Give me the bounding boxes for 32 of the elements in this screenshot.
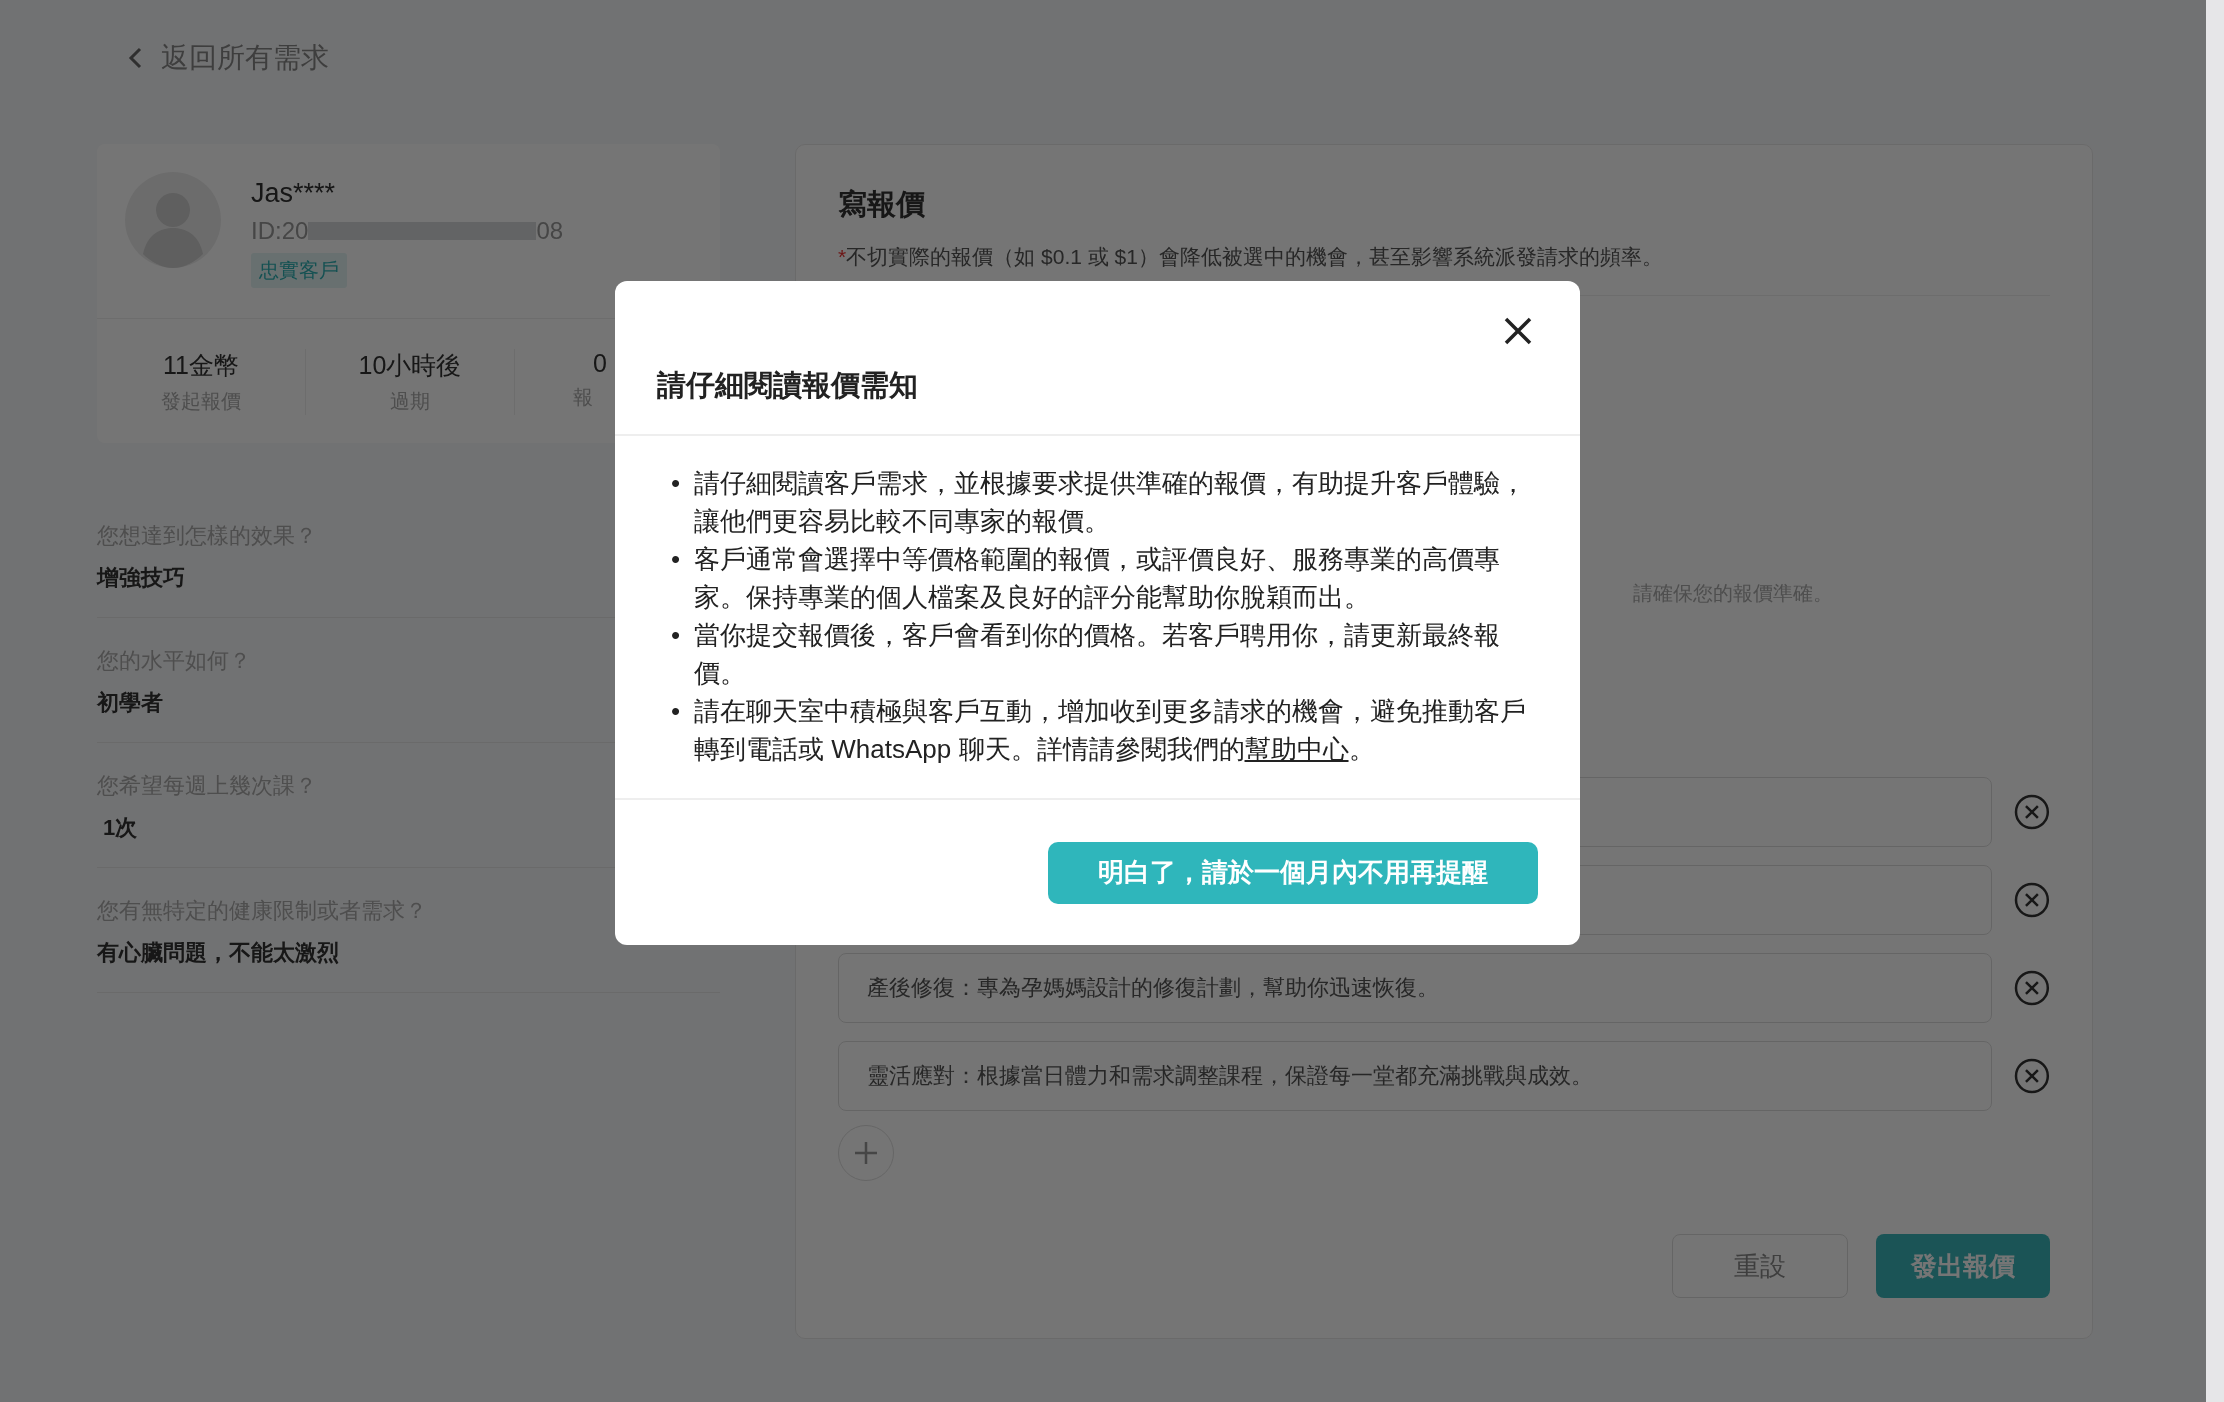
answer-text: 有心臟問題，不能太激烈 (97, 939, 339, 967)
confirm-button[interactable]: 明白了，請於一個月內不用再提醒 (1048, 841, 1538, 904)
notice-item: 請在聊天室中積極與客戶互動，增加收到更多請求的機會，避免推動客戶轉到電話或 WhatsApp 聊天。詳情請參閱我們的幫助中心。 (694, 695, 1528, 766)
remove-icon[interactable] (2014, 882, 2050, 918)
modal-title: 請仔細閱讀報價需知 (657, 368, 918, 403)
panel-title: 寫報價 (838, 187, 926, 222)
stat-value: 0 (593, 349, 607, 378)
bullet-mark: • (671, 467, 681, 500)
input-field[interactable]: 靈活應對：根據當日體力和需求調整課程，保證每一堂都充滿挑戰與成效。 (838, 1041, 1993, 1111)
stat-value: 10小時後 (358, 350, 462, 381)
plus-icon (853, 1140, 879, 1166)
remove-icon[interactable] (2014, 794, 2050, 830)
customer-tag: 忠實客戶 (251, 253, 347, 288)
answer-text: 增強技巧 (97, 564, 185, 592)
answer-text: 1次 (102, 814, 138, 842)
quote-note: *不切實際的報價（如 $0.1 或 $1）會降低被選中的機會，甚至影響系統派發請求的頻率。 (838, 244, 1664, 270)
user-name: Jas**** (251, 178, 337, 209)
stat-value: 11金幣 (163, 350, 239, 381)
bullet-mark: • (671, 543, 681, 576)
notice-item: 客戶通常會選擇中等價格範圍的報價，或評價良好、服務專業的高價專家。保持專業的個人檔案及良好的評分能幫助你脫穎而出。 (694, 543, 1502, 614)
bullet-mark: • (671, 619, 681, 652)
remove-icon[interactable] (2014, 1058, 2050, 1094)
submit-button[interactable]: 發出報價 (1876, 1234, 2050, 1298)
notice-item: 當你提交報價後，客戶會看到你的價格。若客戶聘用你，請更新最終報價。 (694, 619, 1502, 690)
scrollbar[interactable] (2206, 0, 2224, 1402)
answer-text: 初學者 (97, 689, 163, 717)
bullet-mark: • (671, 695, 681, 728)
remove-icon[interactable] (2014, 970, 2050, 1006)
add-button[interactable] (838, 1125, 894, 1181)
back-chevron-icon[interactable] (127, 46, 143, 70)
input-field[interactable]: 產後修復：專為孕媽媽設計的修復計劃，幫助你迅速恢復。 (838, 953, 1993, 1023)
notice-item: 請仔細閱讀客戶需求，並根據要求提供準確的報價，有助提升客戶體驗，讓他們更容易比較不同專家的報價。 (694, 467, 1528, 538)
